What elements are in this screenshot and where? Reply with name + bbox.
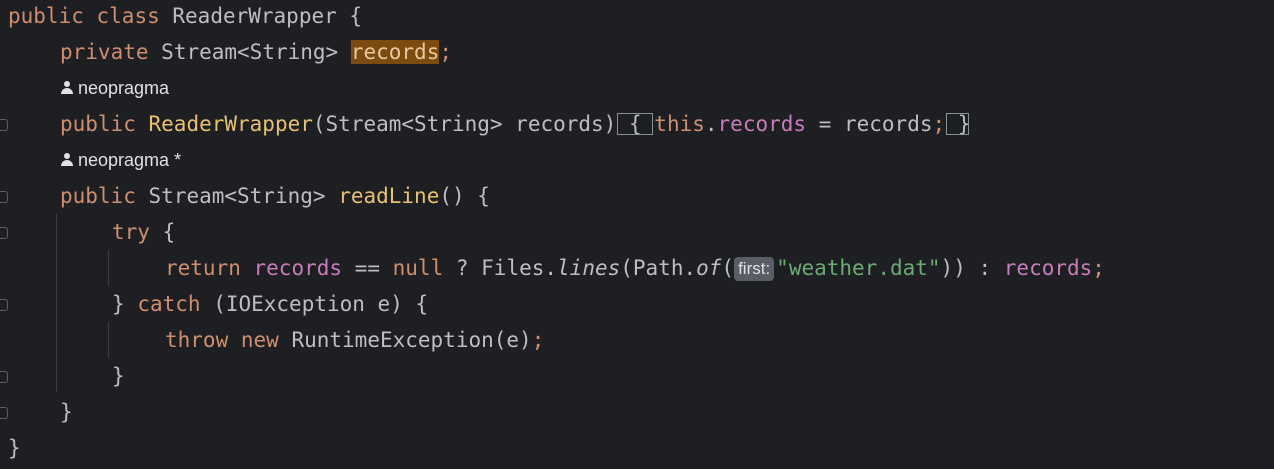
indent-guide xyxy=(56,214,57,392)
code-line-13: } xyxy=(8,436,21,460)
indent-guide xyxy=(108,250,109,286)
folded-brace[interactable]: { xyxy=(616,112,654,136)
fold-marker-icon[interactable] xyxy=(0,299,8,311)
code-line-7: try { xyxy=(112,220,176,244)
code-line-6: public Stream<String> readLine() { xyxy=(60,184,490,208)
code-line-2: private Stream<String> records; xyxy=(60,40,453,64)
person-icon xyxy=(60,153,74,167)
code-vision-author[interactable]: neopragma xyxy=(60,70,169,106)
code-line-12: } xyxy=(60,400,73,424)
fold-marker-icon[interactable] xyxy=(0,407,8,419)
fold-marker-icon[interactable] xyxy=(0,119,8,131)
fold-marker-icon[interactable] xyxy=(0,191,8,203)
fold-marker-icon[interactable] xyxy=(0,371,8,383)
code-line-10: throw new RuntimeException(e); xyxy=(165,328,545,352)
code-vision-author[interactable]: neopragma * xyxy=(60,142,181,178)
highlighted-occurrence: records xyxy=(350,40,440,64)
indent-guide xyxy=(108,322,109,358)
code-line-11: } xyxy=(112,364,125,388)
editor-gutter xyxy=(0,0,14,469)
code-line-1: public class ReaderWrapper { xyxy=(8,4,363,28)
code-line-8: return records == null ? Files.lines(Pat… xyxy=(165,256,1105,281)
code-line-9: } catch (IOException e) { xyxy=(112,292,429,316)
folded-brace[interactable]: } xyxy=(945,112,970,136)
fold-marker-icon[interactable] xyxy=(0,227,8,239)
code-line-4: public ReaderWrapper(Stream<String> reco… xyxy=(60,112,971,136)
person-icon xyxy=(60,81,74,95)
parameter-hint: first: xyxy=(734,257,775,281)
